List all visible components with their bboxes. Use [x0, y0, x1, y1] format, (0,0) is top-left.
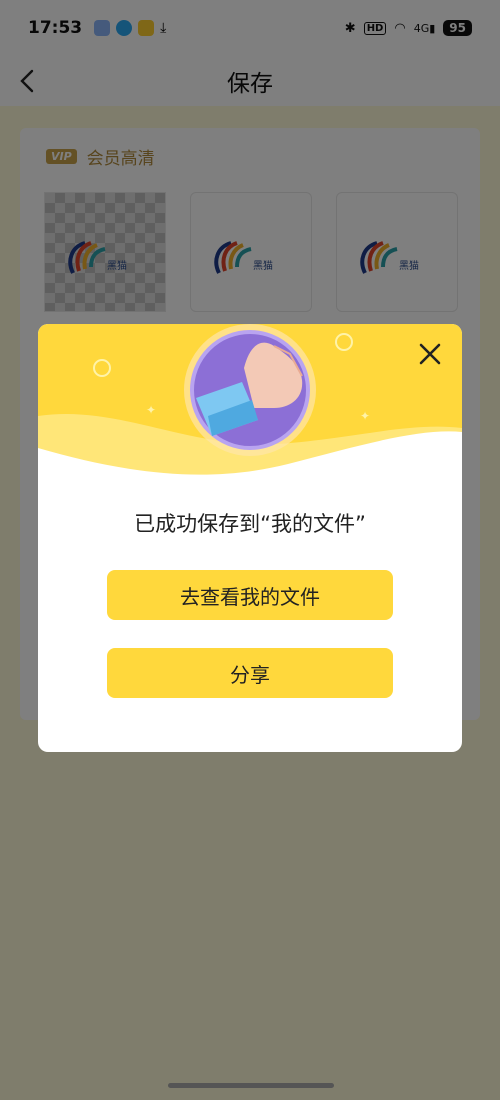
- close-icon: [419, 343, 441, 365]
- save-success-dialog: ✦ ✦ 已成功保存到“我的文件” 去查看我的文件 分享: [38, 324, 462, 752]
- svg-text:✦: ✦: [146, 403, 156, 417]
- view-files-button[interactable]: 去查看我的文件: [107, 570, 393, 620]
- close-button[interactable]: [416, 340, 444, 368]
- svg-text:✦: ✦: [360, 409, 370, 423]
- dialog-header-illustration: ✦ ✦: [38, 324, 462, 484]
- home-indicator[interactable]: [168, 1083, 334, 1088]
- share-button[interactable]: 分享: [107, 648, 393, 698]
- success-message: 已成功保存到“我的文件”: [134, 512, 366, 536]
